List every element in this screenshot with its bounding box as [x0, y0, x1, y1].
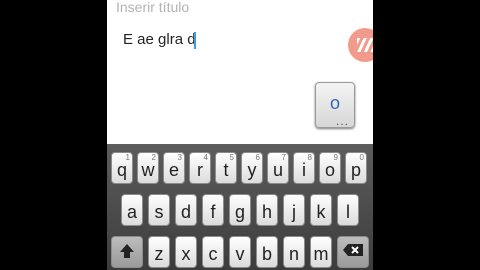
key-label: v [235, 244, 245, 264]
on-screen-keyboard: 1q 2w 3e 4r 5t 6y 7u 8i 9o 0p a s d f g … [107, 144, 373, 270]
key-t[interactable]: 5t [215, 152, 237, 184]
key-label: r [197, 160, 203, 180]
key-k[interactable]: k [310, 194, 332, 226]
key-x[interactable]: x [175, 236, 197, 268]
key-e[interactable]: 3e [163, 152, 185, 184]
key-n[interactable]: n [283, 236, 305, 268]
key-label: d [180, 202, 191, 222]
key-label: l [346, 202, 350, 222]
backspace-key[interactable] [337, 236, 369, 268]
key-label: q [116, 160, 127, 180]
key-label: t [223, 160, 229, 180]
backspace-icon [338, 243, 368, 263]
key-label: m [313, 244, 329, 264]
key-a[interactable]: a [121, 194, 143, 226]
key-o[interactable]: 9o [319, 152, 341, 184]
key-label: h [261, 202, 272, 222]
key-g[interactable]: g [229, 194, 251, 226]
popup-letter: o [329, 93, 340, 113]
key-label: n [288, 244, 299, 264]
key-l[interactable]: l [337, 194, 359, 226]
key-label: y [247, 160, 257, 180]
key-label: b [261, 244, 272, 264]
key-label: k [316, 202, 326, 222]
key-d[interactable]: d [175, 194, 197, 226]
key-label: i [302, 160, 306, 180]
key-label: g [234, 202, 245, 222]
key-v[interactable]: v [229, 236, 251, 268]
key-r[interactable]: 4r [189, 152, 211, 184]
phone-screen: Inserir título E ae glra d o ... 1q 2w 3… [107, 0, 373, 270]
key-i[interactable]: 8i [293, 152, 315, 184]
key-label: s [154, 202, 164, 222]
key-s[interactable]: s [148, 194, 170, 226]
text-caret [194, 32, 196, 49]
shift-arrow-icon [112, 243, 142, 265]
key-b[interactable]: b [256, 236, 278, 268]
note-body-input[interactable]: E ae glra d [123, 31, 196, 49]
key-w[interactable]: 2w [137, 152, 159, 184]
key-label: f [210, 202, 216, 222]
key-label: p [350, 160, 361, 180]
key-popup-preview[interactable]: o ... [315, 82, 355, 128]
key-label: u [272, 160, 283, 180]
key-label: o [324, 160, 335, 180]
key-f[interactable]: f [202, 194, 224, 226]
pen-icon [357, 38, 373, 52]
key-m[interactable]: m [310, 236, 332, 268]
shift-key[interactable] [111, 236, 143, 268]
key-c[interactable]: c [202, 236, 224, 268]
key-label: x [181, 244, 191, 264]
key-label: w [141, 160, 155, 180]
more-options-indicator: ... [336, 114, 350, 128]
key-label: a [126, 202, 137, 222]
key-label: j [292, 202, 296, 222]
key-z[interactable]: z [148, 236, 170, 268]
title-input[interactable]: Inserir título [116, 0, 189, 15]
key-j[interactable]: j [283, 194, 305, 226]
key-label: e [168, 160, 179, 180]
key-u[interactable]: 7u [267, 152, 289, 184]
key-label: z [154, 244, 164, 264]
key-h[interactable]: h [256, 194, 278, 226]
key-label: c [208, 244, 218, 264]
key-y[interactable]: 6y [241, 152, 263, 184]
key-p[interactable]: 0p [345, 152, 367, 184]
key-q[interactable]: 1q [111, 152, 133, 184]
handwriting-button[interactable] [348, 28, 373, 62]
